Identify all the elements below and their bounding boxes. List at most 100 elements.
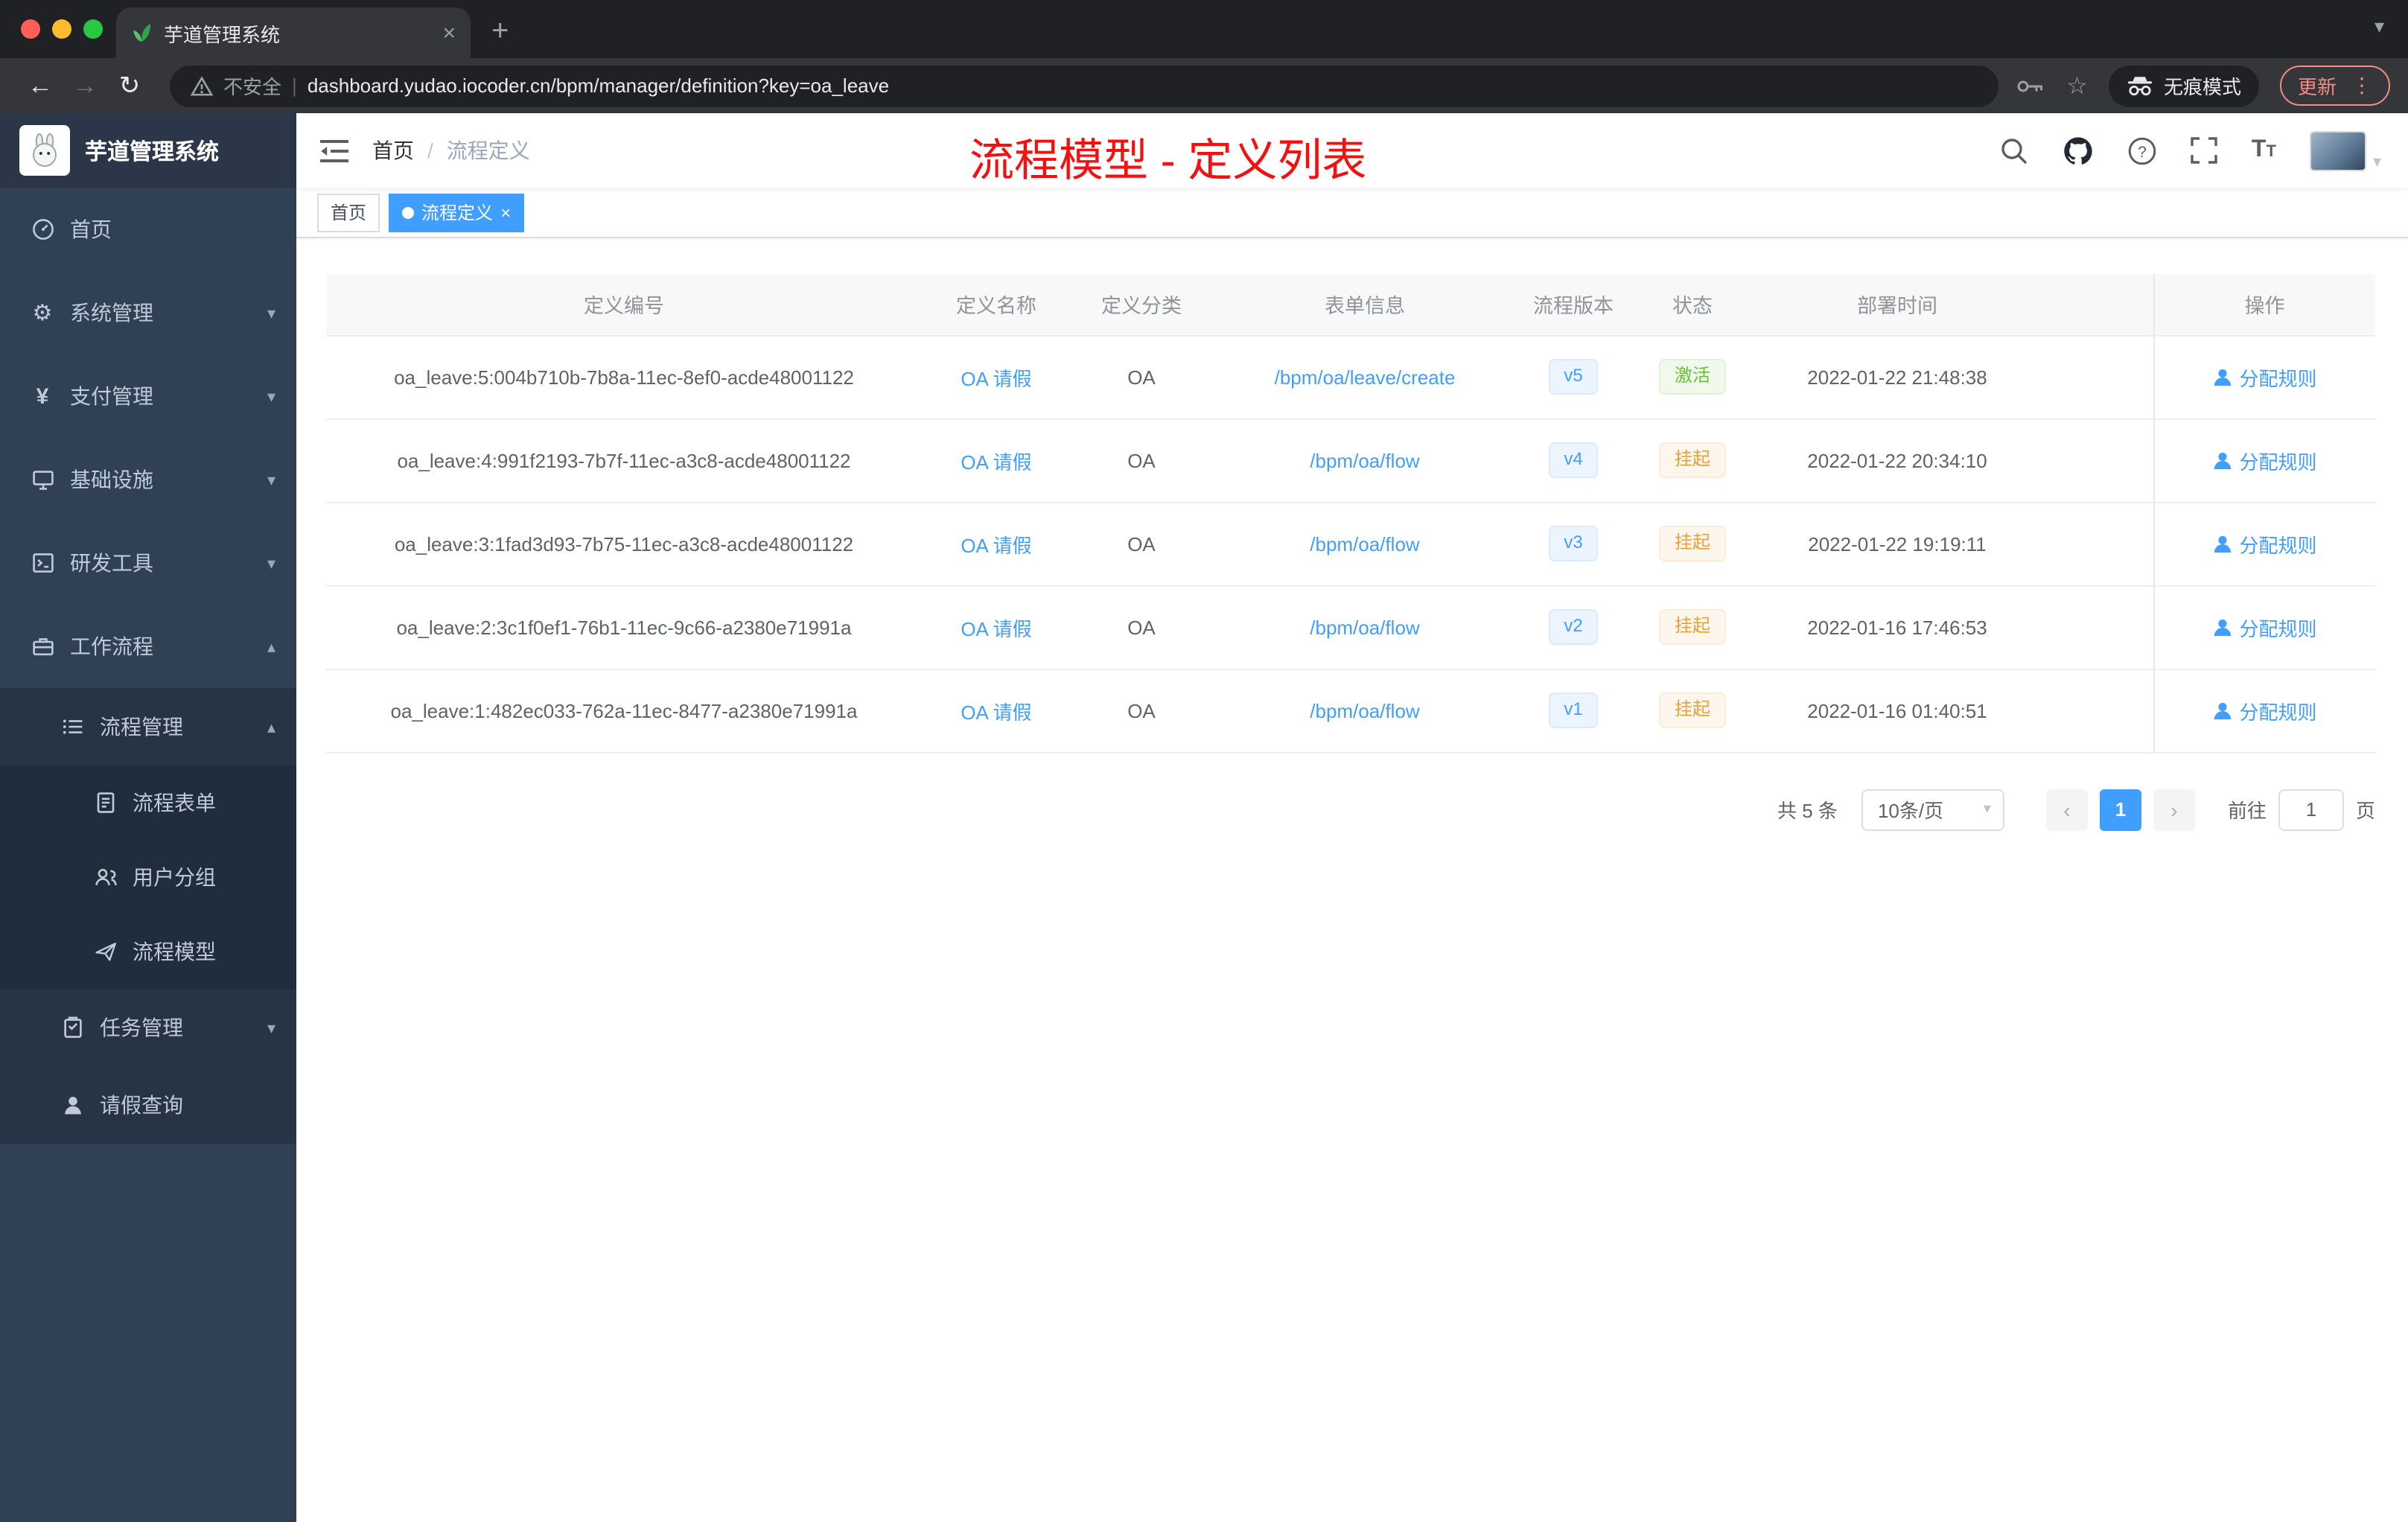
sidebar-item-system[interactable]: ⚙ 系统管理 ▾ <box>0 271 296 354</box>
tag-close-icon[interactable]: × <box>500 202 511 223</box>
form-link[interactable]: /bpm/oa/leave/create <box>1275 366 1456 388</box>
sidebar-item-devtools[interactable]: 研发工具 ▾ <box>0 521 296 605</box>
svg-text:?: ? <box>2138 143 2147 160</box>
font-size-icon[interactable]: TT <box>2252 137 2276 164</box>
payment-icon: ¥ <box>36 383 49 409</box>
pagination-total: 共 5 条 <box>1777 800 1838 822</box>
sidebar-item-label: 流程模型 <box>133 940 216 964</box>
definition-name-link[interactable]: OA 请假 <box>961 450 1031 473</box>
definition-name-link[interactable]: OA 请假 <box>961 534 1031 556</box>
tag-home[interactable]: 首页 <box>317 193 380 232</box>
cell-deploy-time: 2022-01-16 01:40:51 <box>1756 669 2039 753</box>
navbar-actions: ? TT ▾ <box>2000 130 2381 171</box>
sidebar-item-process-model[interactable]: 流程模型 <box>0 914 296 989</box>
task-icon <box>60 1016 85 1039</box>
version-badge: v2 <box>1549 609 1598 645</box>
security-label[interactable]: 不安全 <box>223 71 281 100</box>
status-badge: 挂起 <box>1659 609 1725 645</box>
sidebar-item-user-group[interactable]: 用户分组 <box>0 840 296 914</box>
dashboard-icon <box>30 217 55 241</box>
column-header-name: 定义名称 <box>922 274 1071 336</box>
prev-page-button[interactable]: ‹ <box>2045 789 2088 830</box>
assign-rule-link[interactable]: 分配规则 <box>2212 446 2317 474</box>
sidebar-item-payment[interactable]: ¥ 支付管理 ▾ <box>0 354 296 438</box>
incognito-label: 无痕模式 <box>2163 76 2241 98</box>
workflow-submenu: 流程管理 ▴ 流程表单 用户分组 流程模型 任务管理 ▾ 请假查询 <box>0 688 296 1144</box>
assign-rule-label: 分配规则 <box>2239 534 2317 556</box>
help-icon[interactable]: ? <box>2128 136 2156 165</box>
column-header-category: 定义分类 <box>1071 274 1212 336</box>
sidebar-item-label: 用户分组 <box>133 865 216 889</box>
form-link[interactable]: /bpm/oa/flow <box>1310 616 1419 638</box>
toolbar-right: ☆ 无痕模式 更新 ⋮ <box>2016 65 2390 106</box>
leave-query-icon <box>60 1093 85 1117</box>
search-icon[interactable] <box>2000 136 2028 165</box>
model-icon <box>92 940 118 964</box>
github-icon[interactable] <box>2063 135 2094 166</box>
assign-user-icon <box>2214 618 2231 636</box>
form-link[interactable]: /bpm/oa/flow <box>1310 449 1419 471</box>
tab-search-icon[interactable]: ▾ <box>2374 15 2384 39</box>
assign-rule-label: 分配规则 <box>2239 450 2317 473</box>
sidebar-item-workflow[interactable]: 工作流程 ▴ <box>0 605 296 688</box>
form-link[interactable]: /bpm/oa/flow <box>1310 699 1419 722</box>
page-number-button[interactable]: 1 <box>2099 789 2141 830</box>
key-icon[interactable] <box>2016 77 2045 95</box>
sidebar-logo-row[interactable]: 芋道管理系统 <box>0 113 296 188</box>
cell-category: OA <box>1071 418 1212 503</box>
user-group-icon <box>92 865 118 889</box>
address-bar[interactable]: 不安全 | dashboard.yudao.iocoder.cn/bpm/man… <box>170 65 1998 106</box>
sidebar-item-process-form[interactable]: 流程表单 <box>0 765 296 840</box>
assign-rule-link[interactable]: 分配规则 <box>2212 363 2317 391</box>
sidebar-item-home[interactable]: 首页 <box>0 188 296 271</box>
back-button[interactable]: ← <box>18 71 63 101</box>
sidebar-item-infrastructure[interactable]: 基础设施 ▾ <box>0 438 296 521</box>
cell-definition-id: oa_leave:4:991f2193-7b7f-11ec-a3c8-acde4… <box>326 418 922 503</box>
update-button[interactable]: 更新 ⋮ <box>2279 66 2390 106</box>
chevron-down-icon: ▾ <box>2372 153 2381 171</box>
close-window-button[interactable] <box>21 19 40 39</box>
infrastructure-icon <box>30 468 55 491</box>
new-tab-button[interactable]: + <box>491 15 509 49</box>
forward-button[interactable]: → <box>63 71 107 101</box>
browser-menu-icon[interactable]: ⋮ <box>2351 73 2372 98</box>
reload-button[interactable]: ↻ <box>107 71 152 101</box>
breadcrumb-separator: / <box>427 138 433 162</box>
page-size-select[interactable]: 10条/页 ▾ <box>1861 789 2004 830</box>
assign-rule-link[interactable]: 分配规则 <box>2212 696 2317 725</box>
form-link[interactable]: /bpm/oa/flow <box>1310 532 1419 555</box>
pagination: 共 5 条 10条/页 ▾ ‹ 1 › 前往 页 <box>326 789 2375 830</box>
fullscreen-icon[interactable] <box>2191 137 2217 164</box>
avatar[interactable] <box>2310 130 2367 171</box>
sidebar-item-label: 研发工具 <box>70 551 153 575</box>
assign-rule-link[interactable]: 分配规则 <box>2212 613 2317 641</box>
column-header-id: 定义编号 <box>326 274 922 336</box>
active-tag-dot <box>402 206 415 218</box>
user-menu[interactable]: ▾ <box>2310 130 2381 171</box>
tab-close-icon[interactable]: × <box>442 20 456 45</box>
zoom-window-button[interactable] <box>83 19 103 39</box>
definition-name-link[interactable]: OA 请假 <box>961 367 1031 389</box>
warning-icon <box>191 75 213 96</box>
definition-table: 定义编号 定义名称 定义分类 表单信息 流程版本 状态 部署时间 操作 oa_l… <box>326 274 2375 753</box>
minimize-window-button[interactable] <box>52 19 71 39</box>
url-text[interactable]: dashboard.yudao.iocoder.cn/bpm/manager/d… <box>308 74 889 97</box>
assign-rule-link[interactable]: 分配规则 <box>2212 529 2317 558</box>
column-header-spacer <box>2039 274 2153 336</box>
definition-name-link[interactable]: OA 请假 <box>961 617 1031 640</box>
definition-name-link[interactable]: OA 请假 <box>961 701 1031 723</box>
page-jump-input[interactable] <box>2278 789 2344 830</box>
bookmark-star-icon[interactable]: ☆ <box>2066 71 2088 101</box>
cell-deploy-time: 2022-01-16 17:46:53 <box>1756 585 2039 669</box>
sidebar-item-process-management[interactable]: 流程管理 ▴ <box>0 688 296 765</box>
tag-process-definition[interactable]: 流程定义 × <box>389 193 525 232</box>
version-badge: v4 <box>1549 442 1598 478</box>
sidebar-fold-icon[interactable] <box>320 138 348 163</box>
sidebar-item-task-management[interactable]: 任务管理 ▾ <box>0 989 296 1066</box>
browser-tab[interactable]: 芋道管理系统 × <box>116 7 471 58</box>
chevron-down-icon: ▾ <box>267 1019 275 1037</box>
next-page-button[interactable]: › <box>2153 789 2195 830</box>
sidebar-item-leave-query[interactable]: 请假查询 <box>0 1066 296 1144</box>
version-badge: v3 <box>1549 526 1598 561</box>
breadcrumb-home[interactable]: 首页 <box>372 136 414 165</box>
